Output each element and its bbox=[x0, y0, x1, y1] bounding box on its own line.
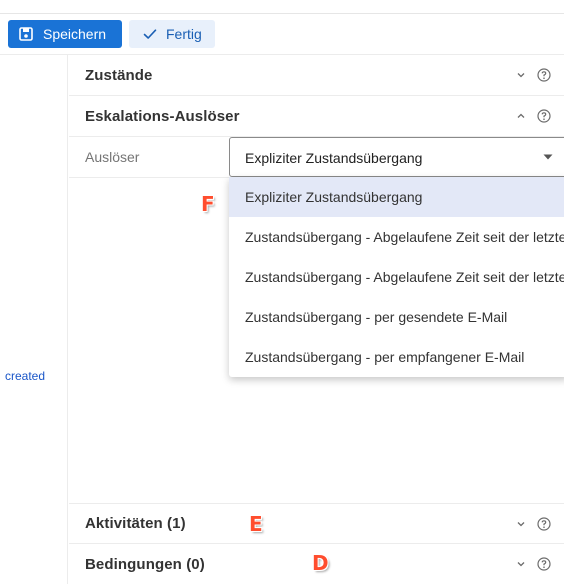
section-activities-title: Aktivitäten (1) bbox=[85, 515, 186, 532]
done-button-label: Fertig bbox=[166, 26, 202, 42]
help-icon[interactable] bbox=[537, 68, 551, 82]
help-icon[interactable] bbox=[537, 516, 551, 531]
trigger-select[interactable]: Expliziter Zustandsübergang bbox=[229, 137, 564, 177]
section-escalation-triggers-title: Eskalations-Auslöser bbox=[85, 107, 240, 125]
annotation-marker-d: D bbox=[312, 551, 329, 575]
top-divider bbox=[0, 0, 564, 14]
chevron-up-icon[interactable] bbox=[516, 111, 526, 121]
section-states-title: Zustände bbox=[85, 66, 153, 84]
check-icon bbox=[142, 26, 158, 42]
chevron-down-icon[interactable] bbox=[516, 559, 526, 569]
dropdown-caret-icon[interactable] bbox=[543, 153, 553, 161]
section-activities[interactable]: Aktivitäten (1) bbox=[69, 503, 564, 544]
save-button-label: Speichern bbox=[43, 26, 107, 42]
chevron-down-icon[interactable] bbox=[516, 70, 526, 80]
annotation-marker-f: F bbox=[201, 192, 215, 216]
chevron-down-icon[interactable] bbox=[516, 519, 526, 529]
trigger-dropdown-menu: Expliziter Zustandsübergang Zustandsüber… bbox=[229, 177, 564, 377]
created-link[interactable]: created bbox=[5, 369, 45, 383]
section-conditions-title: Bedingungen (0) bbox=[85, 555, 205, 573]
trigger-option[interactable]: Zustandsübergang - per gesendete E-Mail bbox=[229, 297, 564, 337]
trigger-field-label: Auslöser bbox=[85, 149, 140, 165]
help-icon[interactable] bbox=[537, 109, 551, 123]
trigger-option[interactable]: Expliziter Zustandsübergang bbox=[229, 177, 564, 217]
trigger-option[interactable]: Zustandsübergang - Abgelaufene Zeit seit… bbox=[229, 257, 564, 297]
annotation-marker-e: E bbox=[249, 512, 263, 536]
trigger-option[interactable]: Zustandsübergang - per empfangener E-Mai… bbox=[229, 337, 564, 377]
left-panel: created bbox=[0, 55, 68, 584]
save-button[interactable]: Speichern bbox=[8, 20, 122, 48]
save-icon bbox=[18, 26, 34, 42]
help-icon[interactable] bbox=[537, 557, 551, 571]
trigger-option[interactable]: Zustandsübergang - Abgelaufene Zeit seit… bbox=[229, 217, 564, 257]
trigger-select-value: Expliziter Zustandsübergang bbox=[245, 150, 423, 166]
section-states[interactable]: Zustände bbox=[69, 55, 564, 96]
done-button[interactable]: Fertig bbox=[129, 20, 215, 48]
section-escalation-triggers[interactable]: Eskalations-Auslöser bbox=[69, 96, 564, 137]
